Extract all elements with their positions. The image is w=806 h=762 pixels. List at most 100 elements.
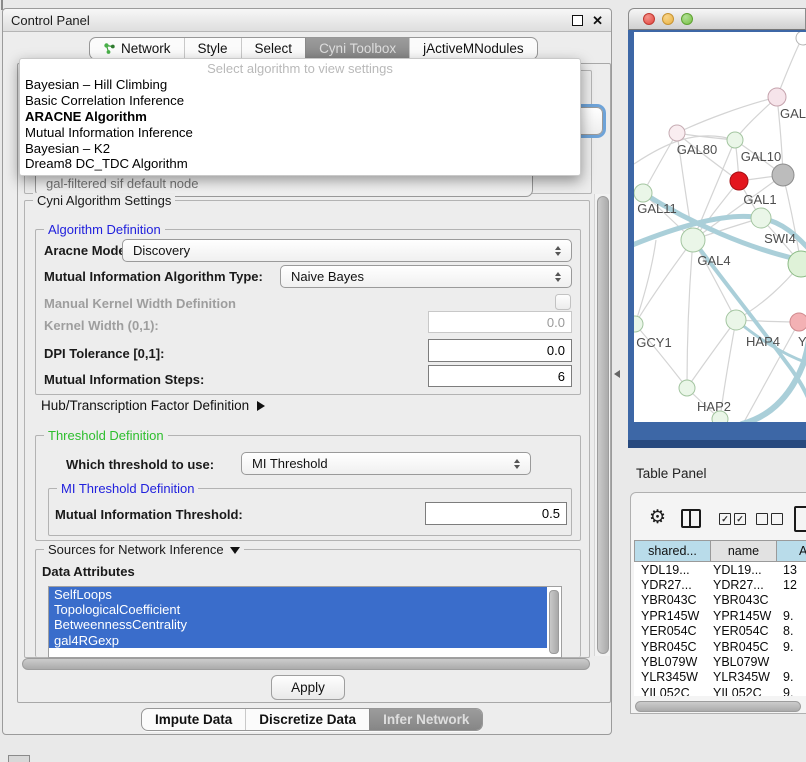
tab-select[interactable]: Select	[241, 38, 306, 59]
network-graph: GAL GAL80 GAL10 GAL1 GAL11 SWI4 GAL4 GCY…	[634, 32, 806, 422]
kernel-width-label: Kernel Width (0,1):	[44, 318, 159, 333]
table-row[interactable]: YBL079WYBL079W	[634, 654, 806, 669]
table-row[interactable]: YDR27...YDR27...12	[634, 577, 806, 592]
table-row[interactable]: YBR043CYBR043C	[634, 593, 806, 608]
cell-name: YDL19...	[710, 563, 776, 577]
tab-network[interactable]: Network	[90, 38, 184, 59]
column-header-partial[interactable]: A	[777, 540, 806, 562]
expand-arrow-icon[interactable]	[257, 401, 265, 411]
mi-type-combo[interactable]: Naive Bayes	[280, 265, 572, 288]
control-panel-title: Control Panel	[11, 13, 572, 28]
network-node[interactable]	[796, 32, 806, 45]
table-row[interactable]: YPR145WYPR145W9.	[634, 608, 806, 623]
table-row[interactable]: YLR345WYLR345W9.	[634, 670, 806, 685]
dropdown-placeholder: Select algorithm to view settings	[20, 61, 580, 77]
list-item[interactable]: TopologicalCoefficient	[49, 602, 547, 617]
dropdown-item[interactable]: Basic Correlation Inference	[20, 93, 580, 109]
split-panel-icon[interactable]	[681, 509, 701, 528]
network-node[interactable]	[634, 316, 643, 332]
settings-vscrollbar-thumb[interactable]	[597, 196, 609, 654]
network-node[interactable]	[679, 380, 695, 396]
table-header: shared... name A	[634, 540, 806, 562]
which-threshold-combo[interactable]: MI Threshold	[241, 452, 531, 475]
mi-type-value: Naive Bayes	[291, 269, 549, 284]
cell-shared: YPR145W	[634, 609, 710, 623]
network-node[interactable]	[772, 164, 794, 186]
tab-infer-network-label: Infer Network	[383, 712, 469, 727]
list-item[interactable]: SelfLoops	[49, 587, 547, 602]
tab-cyni-toolbox[interactable]: Cyni Toolbox	[305, 38, 409, 59]
list-scrollbar[interactable]	[549, 590, 559, 654]
cell-value: 9.	[776, 686, 806, 696]
settings-vscrollbar-track[interactable]	[594, 194, 610, 656]
network-window-titlebar[interactable]	[628, 8, 806, 30]
unchecked-columns-icon[interactable]	[756, 513, 783, 525]
table-panel-title: Table Panel	[636, 466, 707, 481]
zoom-traffic-icon[interactable]	[681, 13, 693, 25]
network-node[interactable]	[751, 208, 771, 228]
network-node[interactable]	[726, 310, 746, 330]
table-row[interactable]: YDL19...YDL19...13	[634, 562, 806, 577]
tab-discretize-data-label: Discretize Data	[259, 712, 356, 727]
column-header-name[interactable]: name	[711, 540, 777, 562]
list-item[interactable]: BetweennessCentrality	[49, 617, 547, 632]
mi-threshold-field[interactable]: 0.5	[425, 502, 567, 525]
tab-impute-data[interactable]: Impute Data	[142, 709, 245, 730]
file-icon[interactable]	[794, 506, 806, 532]
network-node[interactable]	[790, 313, 806, 331]
cell-name: YIL052C	[710, 686, 776, 696]
apply-button[interactable]: Apply	[271, 675, 345, 700]
splitter-collapse-icon[interactable]	[614, 370, 620, 378]
minimize-traffic-icon[interactable]	[662, 13, 674, 25]
bottom-tabbar: Impute Data Discretize Data Infer Networ…	[141, 708, 483, 731]
dropdown-item[interactable]: Dream8 DC_TDC Algorithm	[20, 156, 580, 172]
network-node[interactable]	[788, 251, 806, 277]
tab-style[interactable]: Style	[184, 38, 241, 59]
network-node[interactable]	[768, 88, 786, 106]
spinner-icon	[508, 459, 530, 469]
table-body[interactable]: YDL19...YDL19...13 YDR27...YDR27...12 YB…	[634, 562, 806, 696]
settings-hscrollbar-thumb[interactable]	[22, 658, 590, 670]
kernel-width-field: 0.0	[428, 311, 572, 333]
cell-name: YDR27...	[710, 578, 776, 592]
network-node[interactable]	[669, 125, 685, 141]
manual-kernel-checkbox[interactable]	[555, 294, 571, 310]
column-header-shared[interactable]: shared...	[634, 540, 711, 562]
close-traffic-icon[interactable]	[643, 13, 655, 25]
list-item[interactable]: gal4RGexp	[49, 633, 547, 648]
aracne-mode-combo[interactable]: Discovery	[122, 239, 572, 262]
tab-infer-network[interactable]: Infer Network	[369, 709, 482, 730]
bottom-left-widget[interactable]	[8, 755, 30, 762]
dropdown-item[interactable]: Bayesian – Hill Climbing	[20, 77, 580, 93]
tab-jactivemnodules[interactable]: jActiveMNodules	[409, 38, 537, 59]
close-icon[interactable]: ✕	[592, 16, 603, 25]
dropdown-item[interactable]: Mutual Information Inference	[20, 125, 580, 141]
gear-icon[interactable]: ⚙	[649, 508, 666, 527]
tab-discretize-data[interactable]: Discretize Data	[245, 709, 369, 730]
float-window-icon[interactable]	[572, 15, 583, 26]
table-row[interactable]: YIL052CYIL052C9.	[634, 685, 806, 696]
data-attributes-list[interactable]: SelfLoops TopologicalCoefficient Between…	[48, 586, 562, 658]
dpi-tolerance-field[interactable]: 0.0	[428, 339, 572, 362]
cell-shared: YDR27...	[634, 578, 710, 592]
checked-columns-icon[interactable]: ✓✓	[719, 513, 746, 525]
algorithm-definition-title: Algorithm Definition	[44, 222, 165, 237]
network-node[interactable]	[727, 132, 743, 148]
dropdown-item-selected[interactable]: ARACNE Algorithm	[20, 109, 580, 125]
cyni-algorithm-settings-title: Cyni Algorithm Settings	[33, 193, 175, 208]
cell-shared: YER054C	[634, 624, 710, 638]
node-label: GAL10	[741, 149, 781, 164]
network-node[interactable]	[634, 184, 652, 202]
dropdown-item[interactable]: Bayesian – K2	[20, 141, 580, 157]
table-hscrollbar-thumb[interactable]	[635, 701, 801, 712]
table-hscrollbar-track[interactable]	[634, 700, 806, 711]
network-node[interactable]	[730, 172, 748, 190]
table-row[interactable]: YBR045CYBR045C9.	[634, 639, 806, 654]
mi-steps-field[interactable]: 6	[428, 365, 572, 387]
collapse-arrow-icon[interactable]	[230, 547, 240, 554]
network-canvas[interactable]: GAL GAL80 GAL10 GAL1 GAL11 SWI4 GAL4 GCY…	[634, 32, 806, 422]
settings-hscrollbar-track[interactable]	[20, 657, 592, 670]
hub-definition-section[interactable]: Hub/Transcription Factor Definition	[41, 398, 265, 413]
network-node[interactable]	[681, 228, 705, 252]
table-row[interactable]: YER054CYER054C8.	[634, 624, 806, 639]
